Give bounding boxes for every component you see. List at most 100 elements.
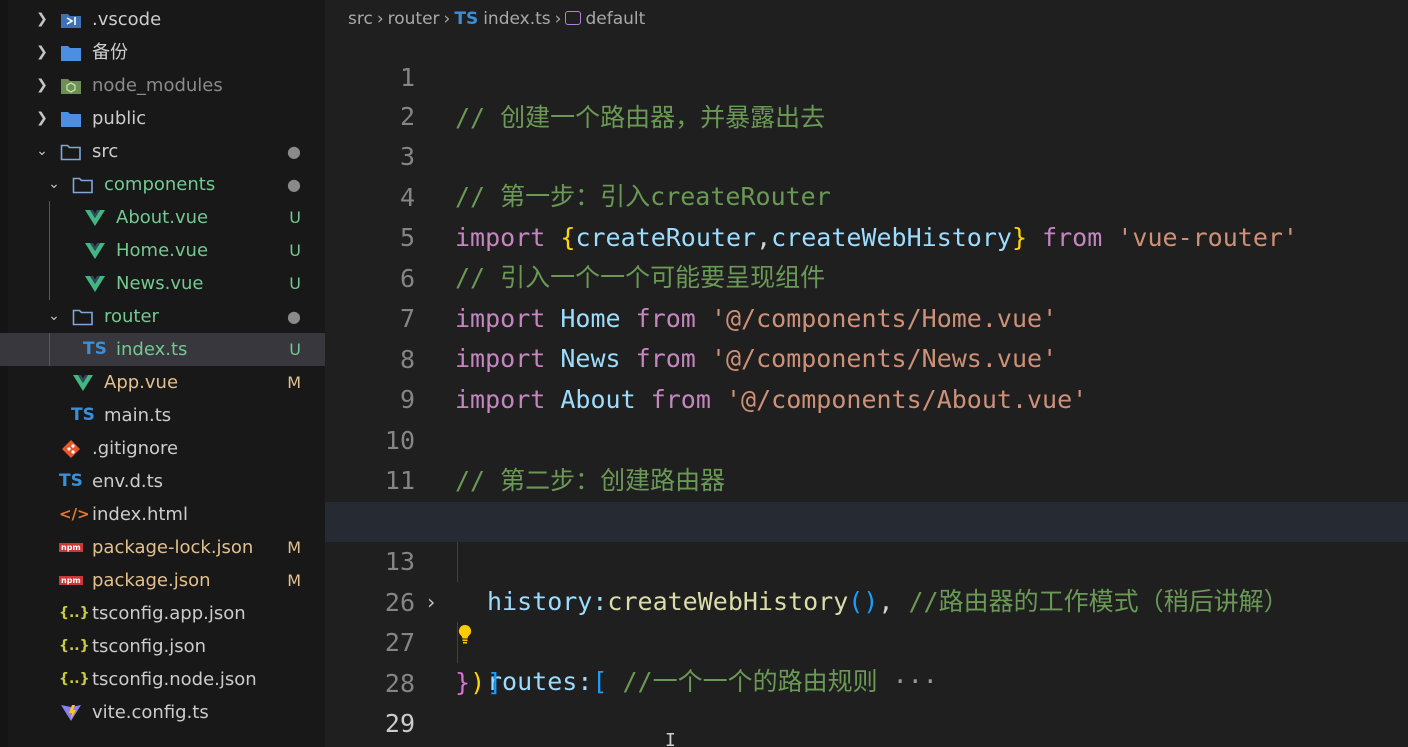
- code-line-27: 27 }): [325, 583, 1408, 697]
- symbol-variable-icon: [565, 11, 582, 25]
- breadcrumb: src › router › TS index.ts › default: [325, 0, 1408, 38]
- code-line-13: 13 › routes:[ //一个一个的路由规则 ···: [325, 502, 1408, 696]
- ts-file-icon: TS: [71, 405, 95, 425]
- json-file-icon: {..}: [59, 671, 90, 687]
- untracked-badge: U: [289, 241, 301, 260]
- tree-item-label: 备份: [92, 42, 128, 63]
- node-folder-icon: [61, 79, 81, 94]
- tree-item-backup[interactable]: ❯ 备份: [0, 36, 325, 69]
- vscode-folder-icon: [61, 14, 81, 28]
- modified-badge: M: [287, 373, 301, 392]
- chevron-right-icon: ›: [376, 9, 384, 29]
- chevron-right-icon: ❯: [36, 44, 48, 60]
- breadcrumb-default[interactable]: default: [585, 9, 645, 29]
- untracked-badge: U: [289, 274, 301, 293]
- tree-item-env-d-ts[interactable]: TS env.d.ts: [0, 465, 325, 498]
- code-line-11: 11 const router = createRouter({: [325, 421, 1408, 535]
- code-line-2: 2: [325, 57, 1408, 131]
- tree-item-label: .vscode: [92, 9, 162, 30]
- ts-file-icon: TS: [454, 9, 479, 29]
- untracked-badge: U: [289, 340, 301, 359]
- modified-dot: ●: [287, 307, 301, 326]
- tree-item-news-vue[interactable]: News.vue U: [0, 267, 325, 300]
- vue-file-icon: [85, 210, 105, 226]
- chevron-right-icon: ❯: [36, 11, 48, 27]
- chevron-right-icon: ›: [554, 9, 562, 29]
- tree-item-label: package-lock.json: [92, 537, 254, 558]
- json-file-icon: {..}: [59, 605, 90, 621]
- tree-item-home-vue[interactable]: Home.vue U: [0, 234, 325, 267]
- tree-item-src[interactable]: ⌄ src ●: [0, 135, 325, 168]
- tree-item-node-modules[interactable]: ❯ node_modules: [0, 69, 325, 102]
- tree-item-vscode[interactable]: ❯ .vscode: [0, 3, 325, 36]
- mouse-cursor-icon: I: [665, 730, 676, 747]
- code-line-5: 5 // 引入一个一个可能要呈现组件: [325, 178, 1408, 292]
- tree-item-label: vite.config.ts: [92, 702, 209, 723]
- modified-badge: M: [287, 571, 301, 590]
- tree-item-label: package.json: [92, 570, 211, 591]
- code-line-8: 8 import About from '@/components/About.…: [325, 300, 1408, 414]
- modified-dot: ●: [287, 175, 301, 194]
- tree-item-router[interactable]: ⌄ router ●: [0, 300, 325, 333]
- chevron-down-icon: ⌄: [48, 308, 60, 324]
- tree-item-label: index.html: [92, 504, 188, 525]
- tree-item-label: Home.vue: [116, 240, 209, 261]
- tree-item-components[interactable]: ⌄ components ●: [0, 168, 325, 201]
- modified-badge: M: [287, 538, 301, 557]
- tree-item-label: News.vue: [116, 273, 204, 294]
- folder-open-icon: [72, 309, 93, 326]
- tree-item-label: tsconfig.json: [92, 636, 207, 657]
- tree-item-main-ts[interactable]: TS main.ts: [0, 399, 325, 432]
- code-line-12: 12 history:createWebHistory(), //路由器的工作模…: [325, 462, 1408, 616]
- breadcrumb-src[interactable]: src: [348, 9, 373, 29]
- code-line-4: 4 import {createRouter,createWebHistory}…: [325, 138, 1408, 252]
- tree-item-package-lock[interactable]: npm package-lock.json M: [0, 531, 325, 564]
- indent-guide: [49, 234, 50, 267]
- tree-item-label: node_modules: [92, 75, 223, 96]
- tree-item-app-vue[interactable]: App.vue M: [0, 366, 325, 399]
- tree-item-gitignore[interactable]: .gitignore: [0, 432, 325, 465]
- tree-item-tsconfig[interactable]: {..} tsconfig.json: [0, 630, 325, 663]
- tree-item-label: router: [104, 306, 159, 327]
- vue-file-icon: [73, 375, 93, 391]
- breadcrumb-router[interactable]: router: [388, 9, 440, 29]
- indent-guide: [49, 267, 50, 300]
- code-line-7: 7 import News from '@/components/News.vu…: [325, 259, 1408, 373]
- lightbulb-icon[interactable]: [457, 624, 473, 644]
- chevron-right-icon: ❯: [36, 110, 48, 126]
- tree-item-label: .gitignore: [92, 438, 179, 459]
- tree-item-label: tsconfig.app.json: [92, 603, 246, 624]
- tree-item-public[interactable]: ❯ public: [0, 102, 325, 135]
- folder-icon: [61, 46, 81, 61]
- json-file-icon: {..}: [59, 638, 90, 654]
- chevron-right-icon: ❯: [36, 77, 48, 93]
- indent-guide: [49, 333, 50, 366]
- npm-icon: npm: [59, 576, 83, 585]
- file-tree: ❯ .vscode ❯ 备份 ❯ node_modules ❯ public ⌄…: [0, 3, 325, 729]
- tree-item-tsconfig-app[interactable]: {..} tsconfig.app.json: [0, 597, 325, 630]
- chevron-down-icon: ⌄: [48, 176, 60, 192]
- tree-item-tsconfig-node[interactable]: {..} tsconfig.node.json: [0, 663, 325, 696]
- code-editor[interactable]: src › router › TS index.ts › default 1 // 创建一个路…: [325, 0, 1408, 747]
- code-line-9: 9: [325, 340, 1408, 414]
- tree-item-about-vue[interactable]: About.vue U: [0, 201, 325, 234]
- code-line-29: 29 export default router: [325, 664, 1408, 738]
- indent-guide: [49, 201, 50, 234]
- tree-item-index-html[interactable]: </> index.html: [0, 498, 325, 531]
- tree-item-label: components: [104, 174, 216, 195]
- vue-file-icon: [85, 276, 105, 292]
- tree-item-label: index.ts: [116, 339, 188, 360]
- folder-icon: [61, 112, 81, 127]
- tree-item-label: src: [92, 141, 119, 162]
- vue-file-icon: [85, 243, 105, 259]
- code-line-26: 26 ]: [325, 543, 1408, 697]
- breadcrumb-index-ts[interactable]: index.ts: [483, 9, 550, 29]
- ts-file-icon: TS: [59, 471, 83, 491]
- tree-item-vite-config[interactable]: vite.config.ts: [0, 696, 325, 729]
- html-file-icon: </>: [59, 505, 90, 523]
- tree-item-label: tsconfig.node.json: [92, 669, 257, 690]
- tree-item-package-json[interactable]: npm package.json M: [0, 564, 325, 597]
- tree-item-label: public: [92, 108, 147, 129]
- tree-item-index-ts[interactable]: TS index.ts U: [0, 333, 325, 366]
- folder-open-icon: [60, 144, 81, 161]
